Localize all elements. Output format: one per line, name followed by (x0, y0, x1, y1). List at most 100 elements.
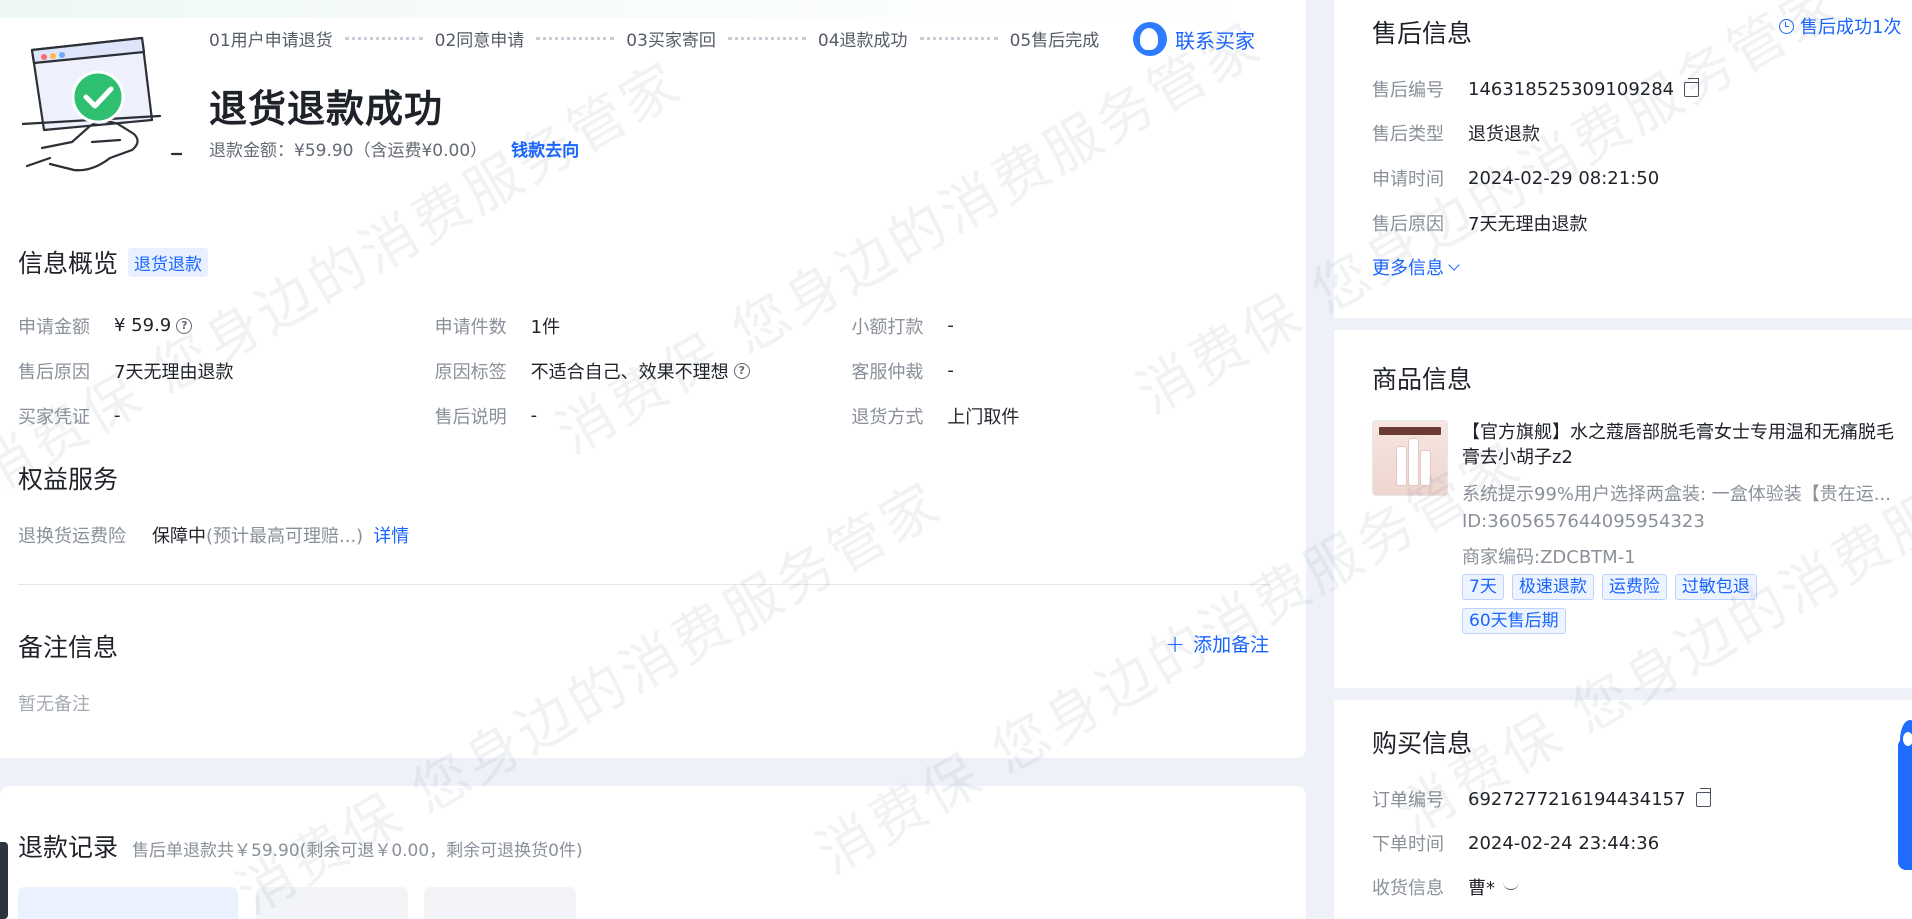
purchase-value: 2024-02-24 23:44:36 (1468, 832, 1660, 854)
contact-buyer-button[interactable]: 联系买家 (1133, 22, 1255, 56)
info-cell-apply-count: 申请件数 1件 (435, 313, 852, 339)
info-label: 客服仲裁 (851, 361, 924, 383)
refund-record-tab[interactable] (18, 887, 238, 919)
info-label: 买家凭证 (18, 406, 90, 428)
info-value: 上门取件 (947, 406, 1020, 428)
purchase-info-title: 购买信息 (1372, 729, 1473, 758)
money-flow-link[interactable]: 钱款去向 (511, 136, 579, 161)
copy-icon[interactable] (1684, 77, 1700, 97)
after-sale-type-tag: 退货退款 (128, 247, 209, 277)
eye-closed-icon[interactable] (1503, 881, 1519, 890)
after-sale-row: 售后编号 146318525309109284 (1372, 76, 1700, 102)
after-sale-label: 售后类型 (1372, 124, 1444, 145)
product-id: ID:3605657644095954323 (1462, 511, 1705, 532)
product-service-tags: 7天 极速退款 运费险 过敏包退 (1462, 574, 1757, 600)
info-label: 小额打款 (851, 316, 924, 338)
product-info-title: 商品信息 (1372, 365, 1473, 394)
product-thumbnail[interactable] (1372, 420, 1448, 496)
purchase-label: 收货信息 (1372, 878, 1444, 899)
add-note-button[interactable]: + 添加备注 (1165, 630, 1269, 657)
step-connector (344, 36, 423, 40)
section-divider (18, 584, 1270, 585)
info-value: 1件 (530, 316, 561, 338)
info-value: 7天无理由退款 (114, 361, 234, 383)
info-label: 申请件数 (434, 316, 507, 338)
product-tube-image (1397, 447, 1406, 485)
after-sale-value: 7天无理由退款 (1468, 214, 1588, 235)
help-icon[interactable]: ? (733, 362, 750, 379)
info-row: 买家凭证 - 售后说明 - 退货方式 上门取件 (18, 393, 1268, 438)
copy-icon[interactable] (1695, 787, 1711, 807)
refund-amount-text: 退款金额：¥59.90（含运费¥0.00） (209, 141, 488, 161)
receiver-value: 曹* (1468, 874, 1519, 900)
overview-title: 信息概览 (18, 249, 119, 278)
service-tag: 60天售后期 (1462, 608, 1566, 634)
insurance-details-link[interactable]: 详情 (373, 526, 409, 547)
purchase-row: 收货信息 曹* (1372, 874, 1519, 900)
after-sale-detail-page: 01用户申请退货 02同意申请 03买家寄回 04退款成功 05售后完成 联系买… (0, 0, 1912, 919)
after-sale-row: 售后类型 退货退款 (1372, 120, 1540, 146)
info-label: 申请金额 (18, 316, 90, 338)
refund-record-header: 退款记录 售后单退款共￥59.90(剩余可退￥0.00，剩余可退换货0件) (18, 828, 583, 864)
after-sale-label: 申请时间 (1372, 169, 1444, 190)
apply-amount-value: ¥ 59.9 (114, 315, 172, 336)
info-value: - (947, 360, 954, 381)
info-cell-small-payment: 小额打款 - (851, 313, 1268, 339)
product-name[interactable]: 【官方旗舰】水之蔻唇部脱毛膏女士专用温和无痛脱毛膏去小胡子z2 (1462, 420, 1902, 470)
info-cell-reason-tag: 原因标签 不适合自己、效果不理想 ? (435, 358, 852, 384)
refund-record-tab[interactable] (424, 887, 576, 919)
product-tube-image (1421, 451, 1430, 485)
after-sale-value: 2024-02-29 08:21:50 (1468, 167, 1660, 189)
assistant-float-icon[interactable] (1898, 720, 1912, 870)
product-hint: 系统提示99%用户选择两盒装: 一盒体验装【贵在运... (1462, 484, 1891, 505)
info-cell-description: 售后说明 - (435, 403, 852, 429)
insurance-label: 退换货运费险 (18, 526, 126, 547)
plus-icon: + (1165, 629, 1186, 658)
refund-record-tab[interactable] (256, 887, 408, 919)
merchant-code: 商家编码:ZDCBTM-1 (1462, 547, 1636, 568)
purchase-row: 订单编号 6927277216194434157 (1372, 786, 1711, 812)
after-sale-info-title: 售后信息 (1372, 19, 1473, 48)
after-sale-id: 146318525309109284 (1468, 78, 1675, 100)
info-cell-return-method: 退货方式 上门取件 (851, 403, 1268, 429)
notes-section-title: 备注信息 (18, 628, 118, 664)
info-cell-arbitration: 客服仲裁 - (851, 358, 1268, 384)
product-service-tags: 60天售后期 (1462, 608, 1566, 634)
info-label: 原因标签 (434, 361, 507, 383)
help-icon[interactable]: ? (176, 317, 193, 334)
info-row: 申请金额 ¥ 59.9 ? 申请件数 1件 小额打款 - (18, 303, 1268, 348)
after-sale-success-count[interactable]: 售后成功1次 (1779, 13, 1901, 39)
rights-section-title: 权益服务 (18, 460, 118, 496)
info-value: - (530, 405, 538, 426)
after-sale-value: 146318525309109284 (1468, 77, 1700, 100)
order-number: 6927277216194434157 (1468, 788, 1686, 810)
overview-info-grid: 申请金额 ¥ 59.9 ? 申请件数 1件 小额打款 - 售后原因 7天无理由退… (18, 303, 1268, 438)
step-connector (919, 36, 998, 40)
clock-icon (1779, 18, 1794, 34)
info-cell-reason: 售后原因 7天无理由退款 (18, 358, 435, 384)
more-info-toggle[interactable]: 更多信息 (1372, 254, 1460, 280)
refund-amount-line: 退款金额：¥59.90（含运费¥0.00） 钱款去向 (209, 136, 579, 161)
notes-title: 备注信息 (18, 633, 119, 662)
side-scroll-handle[interactable] (0, 842, 8, 919)
info-cell-apply-amount: 申请金额 ¥ 59.9 ? (18, 313, 435, 339)
info-label: 退货方式 (851, 406, 924, 428)
info-row: 售后原因 7天无理由退款 原因标签 不适合自己、效果不理想 ? 客服仲裁 - (18, 348, 1268, 393)
reason-tag-value: 不适合自己、效果不理想 (530, 361, 729, 383)
after-sale-label: 售后原因 (1372, 214, 1444, 235)
insurance-status-text: 保障中 (152, 526, 206, 547)
add-note-label: 添加备注 (1193, 634, 1270, 656)
purchase-row: 下单时间 2024-02-24 23:44:36 (1372, 830, 1659, 856)
service-tag: 过敏包退 (1674, 574, 1757, 600)
status-title: 退货退款成功 (209, 87, 444, 131)
insurance-status: 保障中(预计最高可理赔...) 详情 (152, 522, 409, 548)
after-sale-row: 申请时间 2024-02-29 08:21:50 (1372, 165, 1659, 191)
thumbnail-label-band (1379, 427, 1441, 435)
insurance-note: (预计最高可理赔...) (206, 526, 364, 547)
empty-notes-text: 暂无备注 (18, 694, 90, 715)
purchase-value: 6927277216194434157 (1468, 787, 1711, 810)
step-4: 04退款成功 (817, 30, 908, 51)
step-connector (727, 36, 806, 40)
after-sale-label: 售后编号 (1372, 80, 1444, 101)
chat-avatar-icon (1133, 22, 1167, 56)
